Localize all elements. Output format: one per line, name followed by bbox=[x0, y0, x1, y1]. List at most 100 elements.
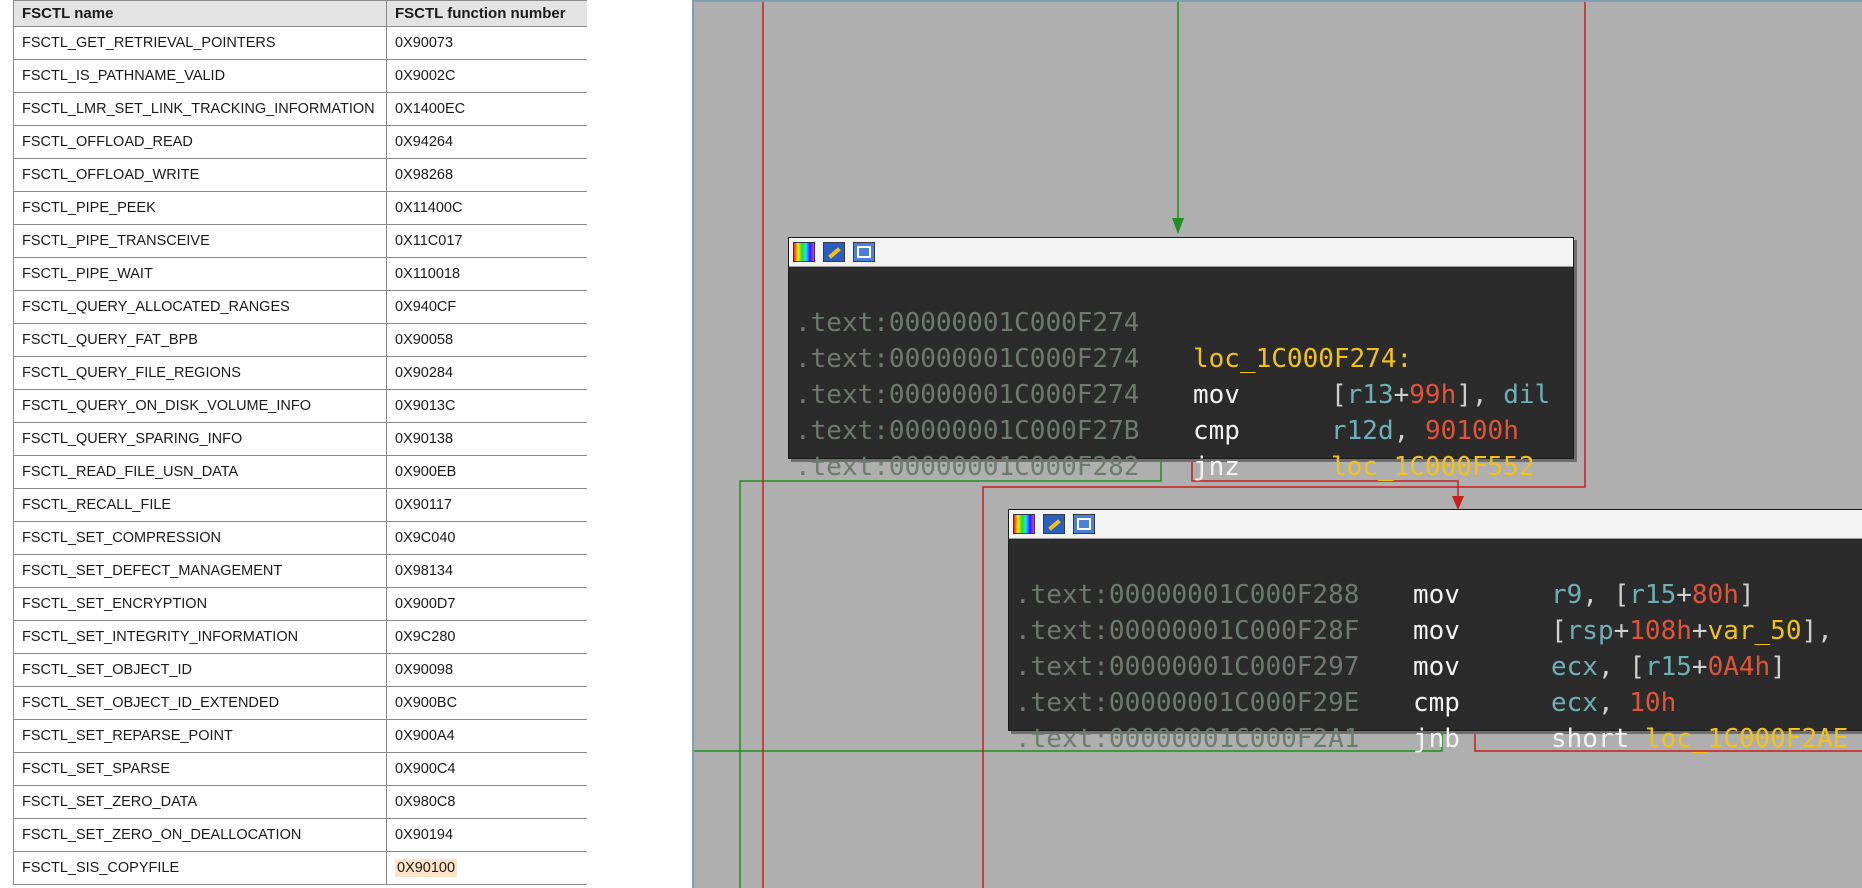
code-line[interactable]: .text:00000001C000F274 mov [r13+99h], dil bbox=[795, 377, 1573, 413]
code-register[interactable]: dil bbox=[1503, 380, 1550, 410]
fsctl-number-cell: 0X1400EC bbox=[386, 92, 587, 126]
fsctl-number-cell: 0X90138 bbox=[386, 422, 587, 456]
code-line[interactable]: .text:00000001C000F274 bbox=[795, 305, 1573, 341]
fsctl-name-cell: FSCTL_SET_COMPRESSION bbox=[13, 521, 387, 555]
table-row: FSCTL_PIPE_PEEK 0X11400C bbox=[13, 191, 587, 225]
table-row: FSCTL_QUERY_ALLOCATED_RANGES 0X940CF bbox=[13, 290, 587, 324]
code-register[interactable]: r9 bbox=[1551, 580, 1582, 610]
table-row: FSCTL_OFFLOAD_WRITE 0X98268 bbox=[13, 158, 587, 192]
code-line[interactable]: .text:00000001C000F282 jnz loc_1C000F552 bbox=[795, 449, 1573, 485]
code-register[interactable]: r15 bbox=[1629, 580, 1676, 610]
fsctl-number-cell: 0X90098 bbox=[386, 653, 587, 687]
fsctl-name-cell: FSCTL_SIS_COPYFILE bbox=[13, 851, 387, 885]
table-row: FSCTL_LMR_SET_LINK_TRACKING_INFORMATION 0… bbox=[13, 92, 587, 126]
fsctl-name-cell: FSCTL_SET_ENCRYPTION bbox=[13, 587, 387, 621]
table-row: FSCTL_PIPE_TRANSCEIVE 0X11C017 bbox=[13, 224, 587, 258]
code-address: .text:00000001C000F297 bbox=[1015, 652, 1360, 682]
code-punct: , [ bbox=[1597, 652, 1645, 682]
fsctl-name-cell: FSCTL_PIPE_TRANSCEIVE bbox=[13, 224, 387, 258]
code-number: 108h bbox=[1629, 616, 1692, 646]
code-address: .text:00000001C000F274 bbox=[795, 380, 1140, 410]
code-register[interactable]: r15 bbox=[1645, 652, 1692, 682]
disassembly-listing[interactable]: .text:00000001C000F288 mov r9, [r15+80h] .t… bbox=[1009, 539, 1862, 829]
code-address: .text:00000001C000F282 bbox=[795, 452, 1140, 482]
code-mnemonic: mov bbox=[1193, 380, 1240, 410]
code-register[interactable]: ecx bbox=[1551, 688, 1598, 718]
code-address: .text:00000001C000F274 bbox=[795, 344, 1140, 374]
fsctl-number-cell: 0X90117 bbox=[386, 488, 587, 522]
code-block-loc-1c000f274[interactable]: .text:00000001C000F274 .text:00000001C000… bbox=[788, 237, 1574, 482]
code-address: .text:00000001C000F29E bbox=[1015, 688, 1360, 718]
fsctl-number-cell: 0X90100 bbox=[386, 851, 587, 885]
table-row: FSCTL_SET_SPARSE 0X900C4 bbox=[13, 752, 587, 786]
table-row: FSCTL_QUERY_FILE_REGIONS 0X90284 bbox=[13, 356, 587, 390]
code-line[interactable]: .text:00000001C000F297 mov ecx, [r15+0A4h] bbox=[1015, 649, 1862, 685]
table-row: FSCTL_SET_INTEGRITY_INFORMATION 0X9C280 bbox=[13, 620, 587, 654]
code-block-1c000f288[interactable]: .text:00000001C000F288 mov r9, [r15+80h] .t… bbox=[1008, 509, 1862, 754]
code-jump-target[interactable]: loc_1C000F2AE bbox=[1645, 724, 1849, 754]
palette-icon[interactable] bbox=[793, 242, 815, 262]
code-punct: [ bbox=[1331, 380, 1347, 410]
code-punct: [ bbox=[1551, 616, 1567, 646]
code-register[interactable]: rsp bbox=[1567, 616, 1614, 646]
code-jump-target[interactable]: loc_1C000F552 bbox=[1331, 452, 1535, 482]
column-header-fsctl-function-number: FSCTL function number bbox=[386, 0, 587, 27]
table-row: FSCTL_READ_FILE_USN_DATA 0X900EB bbox=[13, 455, 587, 489]
code-punct: ], bbox=[1801, 616, 1833, 646]
fsctl-name-cell: FSCTL_LMR_SET_LINK_TRACKING_INFORMATION bbox=[13, 92, 387, 126]
fsctl-number-cell: 0X110018 bbox=[386, 257, 587, 291]
ida-graph-view[interactable]: .text:00000001C000F274 .text:00000001C000… bbox=[692, 0, 1862, 888]
palette-icon[interactable] bbox=[1013, 514, 1035, 534]
fsctl-name-cell: FSCTL_GET_RETRIEVAL_POINTERS bbox=[13, 26, 387, 60]
edit-icon[interactable] bbox=[1043, 514, 1065, 534]
code-mnemonic: jnb bbox=[1413, 724, 1460, 754]
code-operand-modifier: short bbox=[1551, 724, 1645, 754]
code-punct: , [ bbox=[1582, 580, 1630, 610]
code-line[interactable]: .text:00000001C000F288 mov r9, [r15+80h] bbox=[1015, 577, 1862, 613]
code-mnemonic: mov bbox=[1413, 652, 1460, 682]
fsctl-number-cell: 0X980C8 bbox=[386, 785, 587, 819]
fsctl-name-cell: FSCTL_SET_INTEGRITY_INFORMATION bbox=[13, 620, 387, 654]
fsctl-number-cell: 0X11400C bbox=[386, 191, 587, 225]
graph-view-icon[interactable] bbox=[853, 242, 875, 262]
fsctl-number-cell: 0X9013C bbox=[386, 389, 587, 423]
code-punct: + bbox=[1676, 580, 1692, 610]
edge-arrowhead-node1 bbox=[1172, 218, 1184, 234]
code-line[interactable]: .text:00000001C000F28F mov [rsp+108h+var_5… bbox=[1015, 613, 1862, 649]
code-number: 80h bbox=[1691, 580, 1739, 610]
code-variable[interactable]: var_50 bbox=[1708, 616, 1802, 646]
fsctl-number-cell: 0X9002C bbox=[386, 59, 587, 93]
table-row: FSCTL_SET_ENCRYPTION 0X900D7 bbox=[13, 587, 587, 621]
edit-icon[interactable] bbox=[823, 242, 845, 262]
code-line[interactable]: .text:00000001C000F29E cmp ecx, 10h bbox=[1015, 685, 1862, 721]
highlighted-fsctl-number: 0X90100 bbox=[395, 859, 458, 877]
code-line[interactable]: .text:00000001C000F274 loc_1C000F274: bbox=[795, 341, 1573, 377]
code-register[interactable]: ecx bbox=[1551, 652, 1598, 682]
fsctl-number-cell: 0X11C017 bbox=[386, 224, 587, 258]
code-number: 10h bbox=[1629, 688, 1677, 718]
code-address: .text:00000001C000F2A1 bbox=[1015, 724, 1360, 754]
code-label[interactable]: loc_1C000F274: bbox=[1193, 344, 1412, 374]
code-address: .text:00000001C000F274 bbox=[795, 308, 1140, 338]
code-line[interactable]: .text:00000001C000F27B cmp r12d, 90100h bbox=[795, 413, 1573, 449]
table-row: FSCTL_SIS_COPYFILE 0X90100 bbox=[13, 851, 587, 885]
code-line[interactable]: .text:00000001C000F2A1 jnb short loc_1C000… bbox=[1015, 721, 1862, 757]
table-row: FSCTL_OFFLOAD_READ 0X94264 bbox=[13, 125, 587, 159]
code-address: .text:00000001C000F28F bbox=[1015, 616, 1360, 646]
fsctl-name-cell: FSCTL_SET_OBJECT_ID bbox=[13, 653, 387, 687]
code-register[interactable]: r13 bbox=[1347, 380, 1394, 410]
code-mnemonic: cmp bbox=[1413, 688, 1460, 718]
table-row: FSCTL_SET_OBJECT_ID 0X90098 bbox=[13, 653, 587, 687]
fsctl-number-cell: 0X94264 bbox=[386, 125, 587, 159]
graph-view-icon[interactable] bbox=[1073, 514, 1095, 534]
table-row: FSCTL_QUERY_FAT_BPB 0X90058 bbox=[13, 323, 587, 357]
fsctl-table-body: FSCTL_GET_RETRIEVAL_POINTERS 0X90073 FSCTL… bbox=[13, 26, 587, 885]
code-mnemonic: jnz bbox=[1193, 452, 1240, 482]
fsctl-name-cell: FSCTL_SET_ZERO_ON_DEALLOCATION bbox=[13, 818, 387, 852]
code-register[interactable]: r12d bbox=[1331, 416, 1394, 446]
fsctl-name-cell: FSCTL_SET_REPARSE_POINT bbox=[13, 719, 387, 753]
table-row: FSCTL_SET_REPARSE_POINT 0X900A4 bbox=[13, 719, 587, 753]
code-mnemonic: mov bbox=[1413, 616, 1460, 646]
fsctl-name-cell: FSCTL_QUERY_SPARING_INFO bbox=[13, 422, 387, 456]
table-row: FSCTL_SET_ZERO_DATA 0X980C8 bbox=[13, 785, 587, 819]
